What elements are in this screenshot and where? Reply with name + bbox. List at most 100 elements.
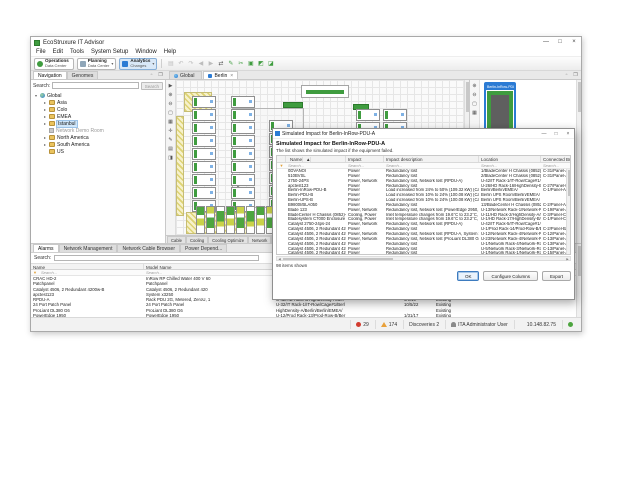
tree-item[interactable]: US	[31, 148, 165, 155]
close-button[interactable]: ×	[567, 37, 581, 48]
tree-item[interactable]: ▾ Global	[31, 92, 165, 99]
edit-icon[interactable]: ✎	[226, 59, 235, 69]
filter-input[interactable]: Search...	[286, 163, 346, 168]
pan-tool-icon[interactable]: ✛	[167, 127, 175, 135]
column-header-description[interactable]: Impact description	[384, 156, 479, 162]
configure-columns-button[interactable]: Configure Columns	[483, 271, 538, 281]
editor-tab[interactable]: Berlin ×	[203, 71, 238, 79]
filter-input[interactable]: Search...	[346, 163, 384, 168]
filter-funnel-icon[interactable]: ▼	[277, 163, 286, 168]
restore-pane-icon[interactable]: ❐	[157, 72, 164, 79]
tree-item[interactable]: ▸ Istanbul	[31, 120, 165, 127]
redo-icon[interactable]: ↷	[186, 59, 195, 69]
impact-table-vertical-scrollbar[interactable]	[566, 169, 570, 254]
layer-tab[interactable]: Cable	[167, 236, 186, 243]
add-device-icon[interactable]: ◩	[256, 59, 265, 69]
rack[interactable]	[236, 206, 245, 234]
sync-icon[interactable]: ⇄	[216, 59, 225, 69]
column-header-model[interactable]: Model Name	[144, 264, 274, 269]
mode-button[interactable]: PlanningData Center ▾	[77, 58, 117, 70]
bottom-panel-tab[interactable]: Alarms	[33, 244, 59, 252]
dialog-close-button[interactable]: ×	[562, 129, 574, 139]
rack[interactable]	[216, 206, 225, 234]
filter-input[interactable]: Search...	[479, 163, 541, 168]
filter-input[interactable]: Search...	[39, 270, 144, 275]
menu-item[interactable]: Edit	[53, 49, 63, 55]
rack[interactable]	[231, 161, 255, 173]
filter-funnel-icon[interactable]: ▼	[31, 270, 39, 275]
tree-expander-icon[interactable]: ▸	[42, 107, 48, 112]
bottom-panel-tab[interactable]: Power Depend...	[180, 244, 227, 252]
tree-item[interactable]: ▸ Asia	[31, 99, 165, 106]
export-button[interactable]: Export	[542, 271, 571, 281]
table-row[interactable]: Catalyst 4506, 2 Redundant 4200w-B Power…	[277, 251, 570, 255]
minimize-editor-icon[interactable]: ▫	[563, 72, 570, 79]
dialog-maximize-button[interactable]: □	[550, 129, 562, 139]
save-icon[interactable]: ▤	[166, 59, 175, 69]
column-header-name[interactable]: Name▲	[286, 156, 346, 162]
rack[interactable]	[226, 206, 235, 234]
warning-alarms-badge[interactable]: 174	[375, 320, 397, 329]
rack[interactable]	[256, 206, 265, 234]
tree-item[interactable]: ▸ South America	[31, 141, 165, 148]
grid-icon[interactable]: ▦	[471, 109, 479, 117]
connection-status-dot[interactable]	[562, 320, 575, 329]
catalog-icon[interactable]: ◪	[266, 59, 275, 69]
logged-in-user[interactable]: ITA Administrator User	[445, 320, 508, 329]
chevron-down-icon[interactable]: ▾	[152, 61, 154, 66]
rack[interactable]	[192, 148, 216, 160]
editor-tab[interactable]: Global	[169, 71, 202, 79]
rack[interactable]	[206, 206, 215, 234]
column-header-location[interactable]: Location	[479, 156, 541, 162]
server-address[interactable]: 10.148.82.75	[514, 320, 556, 329]
cut-icon[interactable]: ✂	[236, 59, 245, 69]
tree-expander-icon[interactable]: ▸	[42, 114, 48, 119]
scroll-right-icon[interactable]: ▶	[565, 257, 570, 260]
tree-expander-icon[interactable]: ▾	[33, 93, 39, 98]
left-panel-tab[interactable]: Navigation	[33, 71, 67, 79]
left-panel-tab[interactable]: Genomes	[67, 71, 99, 79]
tree-expander-icon[interactable]: ▸	[42, 121, 48, 126]
rack[interactable]	[192, 96, 216, 108]
bottom-panel-tab[interactable]: Network Management	[59, 244, 118, 252]
rack[interactable]	[192, 161, 216, 173]
maximize-button[interactable]: □	[553, 37, 567, 48]
rack[interactable]	[231, 96, 255, 108]
tree-expander-icon[interactable]: ▸	[42, 100, 48, 105]
grid-icon[interactable]: ▦	[167, 118, 175, 126]
copy-icon[interactable]: ▣	[246, 59, 255, 69]
rack[interactable]	[383, 109, 407, 121]
menu-item[interactable]: System Setup	[91, 49, 128, 55]
impact-table-horizontal-scrollbar[interactable]: ◀ ▶	[276, 256, 571, 261]
rack[interactable]	[231, 187, 255, 199]
rack[interactable]	[356, 109, 380, 121]
rack[interactable]	[231, 122, 255, 134]
bottom-panel-tab[interactable]: Network Cable Browser	[117, 244, 180, 252]
select-tool-icon[interactable]: ▶	[167, 82, 175, 90]
fit-view-icon[interactable]: ▢	[471, 100, 479, 108]
tab-close-icon[interactable]: ×	[230, 72, 233, 80]
tree-item[interactable]: ▸ Colo	[31, 106, 165, 113]
rack[interactable]	[231, 174, 255, 186]
ok-button[interactable]: OK	[457, 271, 480, 281]
rack[interactable]	[192, 109, 216, 121]
rack-pane-scrollbar[interactable]	[576, 80, 581, 243]
rack[interactable]	[246, 206, 255, 234]
tree-expander-icon[interactable]: ▸	[42, 142, 48, 147]
filter-input[interactable]: Search...	[384, 163, 479, 168]
rack[interactable]	[192, 122, 216, 134]
column-header-breaker[interactable]: Connected Breaker	[541, 156, 570, 162]
rack[interactable]	[192, 135, 216, 147]
rack[interactable]	[231, 148, 255, 160]
chevron-down-icon[interactable]: ▾	[111, 61, 113, 66]
scrollbar-thumb[interactable]	[283, 258, 393, 260]
filter-input[interactable]: Search...	[541, 163, 570, 168]
annotate-icon[interactable]: ✎	[167, 136, 175, 144]
rack[interactable]	[196, 206, 205, 234]
minimize-button[interactable]: —	[539, 37, 553, 48]
menu-item[interactable]: Window	[135, 49, 156, 55]
layers-icon[interactable]: ▤	[167, 145, 175, 153]
minimize-pane-icon[interactable]: ▫	[148, 72, 155, 79]
search-input[interactable]	[52, 82, 139, 89]
back-icon[interactable]: ◀	[196, 59, 205, 69]
